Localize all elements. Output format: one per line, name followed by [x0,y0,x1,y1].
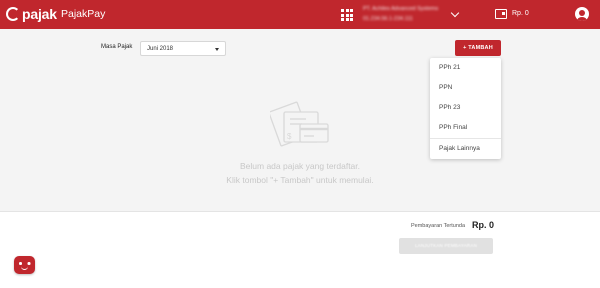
pending-payment-label: Pembayaran Tertunda [411,223,466,229]
dollar-sign-icon: $ [287,132,292,141]
menu-item-pph23[interactable]: PPh 23 [430,98,501,118]
logo-text: pajak [22,6,57,22]
empty-state-message: Belum ada pajak yang terdaftar. [239,161,361,171]
company-npwp: 01.234.56.1-234.111 [363,16,413,22]
menu-item-ppn[interactable]: PPN [430,78,501,98]
chat-support-icon[interactable] [14,256,35,274]
menu-item-pph21[interactable]: PPh 21 [430,58,501,78]
payment-footer [0,211,600,288]
apps-grid-icon[interactable] [341,9,353,21]
period-select-value: Juni 2018 [147,45,174,52]
period-label: Masa Pajak [101,44,133,50]
wallet-icon[interactable] [495,9,507,19]
balance-amount: Rp. 0 [512,10,529,17]
company-name: PT. Achiles Advanced Systems [363,6,439,12]
company-switcher[interactable]: PT. Achiles Advanced Systems 01.234.56.1… [363,6,445,22]
top-bar: pajak PajakPay PT. Achiles Advanced Syst… [0,0,600,29]
menu-item-pajak-lainnya[interactable]: Pajak Lainnya [430,139,501,159]
user-avatar-icon[interactable] [575,7,589,21]
credit-card-icon [299,123,329,143]
app-name: PajakPay [61,8,106,20]
add-tax-button[interactable]: + TAMBAH [455,40,501,56]
caret-down-icon [215,48,219,51]
empty-tax-illustration: $ [270,101,329,147]
period-select[interactable]: Juni 2018 [140,41,226,56]
chevron-down-icon[interactable] [450,8,460,18]
pajak-logo[interactable]: pajak [6,6,57,22]
continue-payment-label: LANJUTKAN PEMBAYARAN [414,243,478,248]
continue-payment-button[interactable]: LANJUTKAN PEMBAYARAN [399,238,493,254]
pajak-logo-icon [6,7,20,21]
tax-type-menu: PPh 21 PPN PPh 23 PPh Final Pajak Lainny… [430,58,501,159]
empty-state-hint: Klik tombol "+ Tambah" untuk memulai. [226,175,374,185]
menu-item-pph-final[interactable]: PPh Final [430,118,501,138]
pending-payment-amount: Rp. 0 [472,220,495,230]
